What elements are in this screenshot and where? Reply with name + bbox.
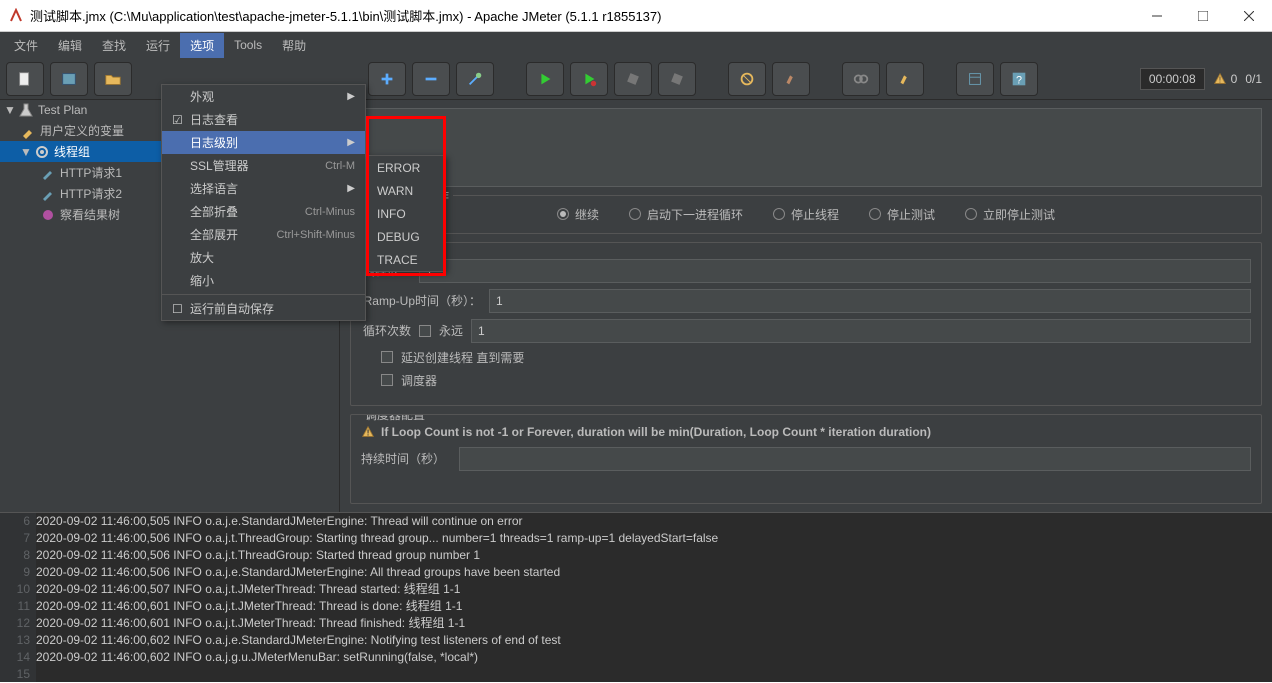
open-button[interactable]: [94, 62, 132, 96]
options-dropdown: 外观▶ ☑日志查看 日志级别▶ SSL管理器Ctrl-M 选择语言▶ 全部折叠C…: [161, 84, 366, 321]
option-zoom-in[interactable]: 放大: [162, 246, 365, 269]
option-zoom-out[interactable]: 缩小: [162, 269, 365, 292]
stop-button[interactable]: [614, 62, 652, 96]
log-level-dropdown: ERROR WARN INFO DEBUG TRACE: [366, 155, 446, 272]
name-field[interactable]: [350, 108, 1262, 187]
loop-count-note: ! If Loop Count is not -1 or Forever, du…: [361, 425, 1251, 439]
remove-button[interactable]: [412, 62, 450, 96]
warning-icon: !: [361, 425, 375, 439]
warning-icon: !: [1213, 72, 1227, 86]
log-level-warn[interactable]: WARN: [367, 179, 445, 202]
tree-toggle-icon[interactable]: ▼: [20, 145, 30, 159]
menu-edit[interactable]: 编辑: [48, 33, 92, 58]
threads-input[interactable]: [419, 259, 1251, 283]
option-log-level[interactable]: 日志级别▶: [162, 131, 365, 154]
radio-stop-test[interactable]: 停止测试: [869, 206, 935, 223]
menu-search[interactable]: 查找: [92, 33, 136, 58]
log-gutter: 6789101112131415: [0, 513, 36, 682]
delay-checkbox[interactable]: [381, 351, 393, 363]
svg-text:!: !: [367, 428, 370, 437]
thread-counter: 0/1: [1245, 72, 1262, 86]
forever-checkbox[interactable]: [419, 325, 431, 337]
option-choose-language[interactable]: 选择语言▶: [162, 177, 365, 200]
radio-stop-thread[interactable]: 停止线程: [773, 206, 839, 223]
close-button[interactable]: [1226, 0, 1272, 32]
pipette-icon: [40, 165, 56, 181]
scheduler-checkbox[interactable]: [381, 374, 393, 386]
flask-icon: [18, 102, 34, 118]
tree-toggle-icon[interactable]: ▼: [4, 103, 14, 117]
menu-tools[interactable]: Tools: [224, 34, 272, 56]
shutdown-button[interactable]: [658, 62, 696, 96]
app-icon: [8, 8, 24, 24]
menu-options[interactable]: 选项: [180, 33, 224, 58]
rampup-input[interactable]: [489, 289, 1251, 313]
option-look-and-feel[interactable]: 外观▶: [162, 85, 365, 108]
loop-label: 循环次数: [361, 322, 411, 339]
search-button[interactable]: [842, 62, 880, 96]
add-button[interactable]: [368, 62, 406, 96]
menubar: 文件 编辑 查找 运行 选项 Tools 帮助: [0, 32, 1272, 58]
log-content[interactable]: 2020-09-02 11:46:00,505 INFO o.a.j.e.Sta…: [36, 513, 1272, 682]
menu-help[interactable]: 帮助: [272, 33, 316, 58]
log-level-info[interactable]: INFO: [367, 202, 445, 225]
sampler-error-fieldset: 后要执行的动作 继续 启动下一进程循环 停止线程 停止测试 立即停止测试: [350, 195, 1262, 234]
wrench-icon: [20, 123, 36, 139]
log-pane: 6789101112131415 2020-09-02 11:46:00,505…: [0, 512, 1272, 682]
function-helper-button[interactable]: [956, 62, 994, 96]
clear-button[interactable]: [728, 62, 766, 96]
clear-all-button[interactable]: [772, 62, 810, 96]
log-level-debug[interactable]: DEBUG: [367, 225, 445, 248]
elapsed-timer: 00:00:08: [1140, 68, 1205, 90]
radio-stop-now[interactable]: 立即停止测试: [965, 206, 1055, 223]
reset-search-button[interactable]: [886, 62, 924, 96]
option-expand-all[interactable]: 全部展开Ctrl+Shift-Minus: [162, 223, 365, 246]
duration-input[interactable]: [459, 447, 1251, 471]
minimize-button[interactable]: [1134, 0, 1180, 32]
window-title: 测试脚本.jmx (C:\Mu\application\test\apache-…: [30, 6, 661, 25]
menu-file[interactable]: 文件: [4, 33, 48, 58]
scope-icon: [40, 207, 56, 223]
option-collapse-all[interactable]: 全部折叠Ctrl-Minus: [162, 200, 365, 223]
loop-input[interactable]: [471, 319, 1251, 343]
thread-props-fieldset: 程属性 线程数： Ramp-Up时间（秒）： 循环次数 永远 延迟创建线程 直到…: [350, 242, 1262, 406]
start-button[interactable]: [526, 62, 564, 96]
titlebar: 测试脚本.jmx (C:\Mu\application\test\apache-…: [0, 0, 1272, 32]
start-no-timers-button[interactable]: [570, 62, 608, 96]
maximize-button[interactable]: [1180, 0, 1226, 32]
radio-start-next[interactable]: 启动下一进程循环: [629, 206, 743, 223]
option-ssl-manager[interactable]: SSL管理器Ctrl-M: [162, 154, 365, 177]
scheduler-config-fieldset: 调度器配置 ! If Loop Count is not -1 or Forev…: [350, 414, 1262, 505]
option-save-before-run[interactable]: ☐运行前自动保存: [162, 297, 365, 320]
svg-text:!: !: [1219, 75, 1221, 84]
editor-pane: 后要执行的动作 继续 启动下一进程循环 停止线程 停止测试 立即停止测试 程属性…: [340, 100, 1272, 512]
option-log-viewer[interactable]: ☑日志查看: [162, 108, 365, 131]
duration-label: 持续时间（秒）: [361, 450, 451, 467]
templates-button[interactable]: [50, 62, 88, 96]
radio-continue[interactable]: 继续: [557, 206, 599, 223]
menu-run[interactable]: 运行: [136, 33, 180, 58]
new-button[interactable]: [6, 62, 44, 96]
toggle-button[interactable]: [456, 62, 494, 96]
gear-icon: [34, 144, 50, 160]
log-level-error[interactable]: ERROR: [367, 156, 445, 179]
log-level-trace[interactable]: TRACE: [367, 248, 445, 271]
svg-text:?: ?: [1016, 74, 1022, 86]
rampup-label: Ramp-Up时间（秒）：: [361, 292, 481, 309]
help-button[interactable]: ?: [1000, 62, 1038, 96]
pipette-icon: [40, 186, 56, 202]
warning-counter[interactable]: ! 0: [1213, 72, 1238, 86]
